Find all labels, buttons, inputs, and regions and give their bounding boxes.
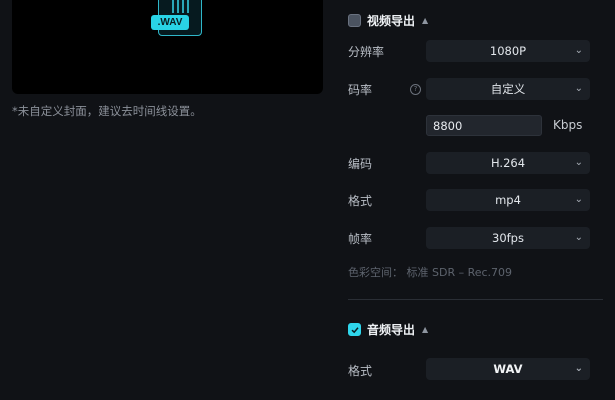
codec-label: 编码 (348, 157, 373, 171)
checkmark-icon (350, 326, 359, 333)
framerate-label: 帧率 (348, 232, 373, 246)
audio-export-header[interactable]: 音频导出 ▲ (348, 321, 428, 338)
bitrate-unit: Kbps (553, 118, 583, 132)
audio-export-checkbox[interactable] (348, 323, 361, 336)
resolution-value: 1080P (489, 44, 527, 58)
chevron-down-icon: ⌄ (574, 363, 583, 374)
waveform-icon (170, 0, 190, 13)
chevron-down-icon: ⌄ (574, 232, 583, 243)
resolution-label: 分辨率 (348, 45, 385, 59)
section-divider (348, 299, 603, 300)
chevron-down-icon: ⌄ (574, 157, 583, 168)
audio-format-label: 格式 (348, 364, 373, 378)
video-export-header[interactable]: 视频导出 ▲ (348, 12, 428, 29)
audio-format-select[interactable]: WAV ⌄ (426, 358, 590, 380)
collapse-caret-icon[interactable]: ▲ (422, 325, 428, 334)
bitrate-label: 码率 (348, 83, 373, 97)
file-type-badge: .WAV (151, 15, 189, 30)
export-settings-panel: 视频导出 ▲ 分辨率 1080P ⌄ 码率 ? 自定义 ⌄ 8800 Kbps … (348, 0, 603, 400)
codec-value: H.264 (490, 156, 526, 170)
format-value: mp4 (495, 193, 521, 207)
chevron-down-icon: ⌄ (574, 194, 583, 205)
bitrate-select[interactable]: 自定义 ⌄ (426, 78, 590, 100)
video-export-title: 视频导出 (367, 14, 416, 28)
format-select[interactable]: mp4 ⌄ (426, 189, 590, 211)
chevron-down-icon: ⌄ (574, 83, 583, 94)
bitrate-value: 自定义 (490, 82, 526, 96)
bitrate-input[interactable]: 8800 (426, 115, 542, 136)
framerate-select[interactable]: 30fps ⌄ (426, 227, 590, 249)
codec-select[interactable]: H.264 ⌄ (426, 152, 590, 174)
framerate-value: 30fps (492, 231, 524, 245)
chevron-down-icon: ⌄ (574, 45, 583, 56)
format-label: 格式 (348, 194, 373, 208)
audio-export-title: 音频导出 (367, 323, 416, 337)
color-space-info: 色彩空间： 标准 SDR – Rec.709 (348, 266, 513, 279)
resolution-select[interactable]: 1080P ⌄ (426, 40, 590, 62)
preview-panel: .WAV (12, 0, 323, 94)
audio-format-value: WAV (493, 362, 523, 376)
cover-note: *未自定义封面，建议去时间线设置。 (12, 104, 202, 118)
video-export-checkbox[interactable] (348, 14, 361, 27)
help-icon[interactable]: ? (410, 84, 421, 95)
collapse-caret-icon[interactable]: ▲ (422, 16, 428, 25)
